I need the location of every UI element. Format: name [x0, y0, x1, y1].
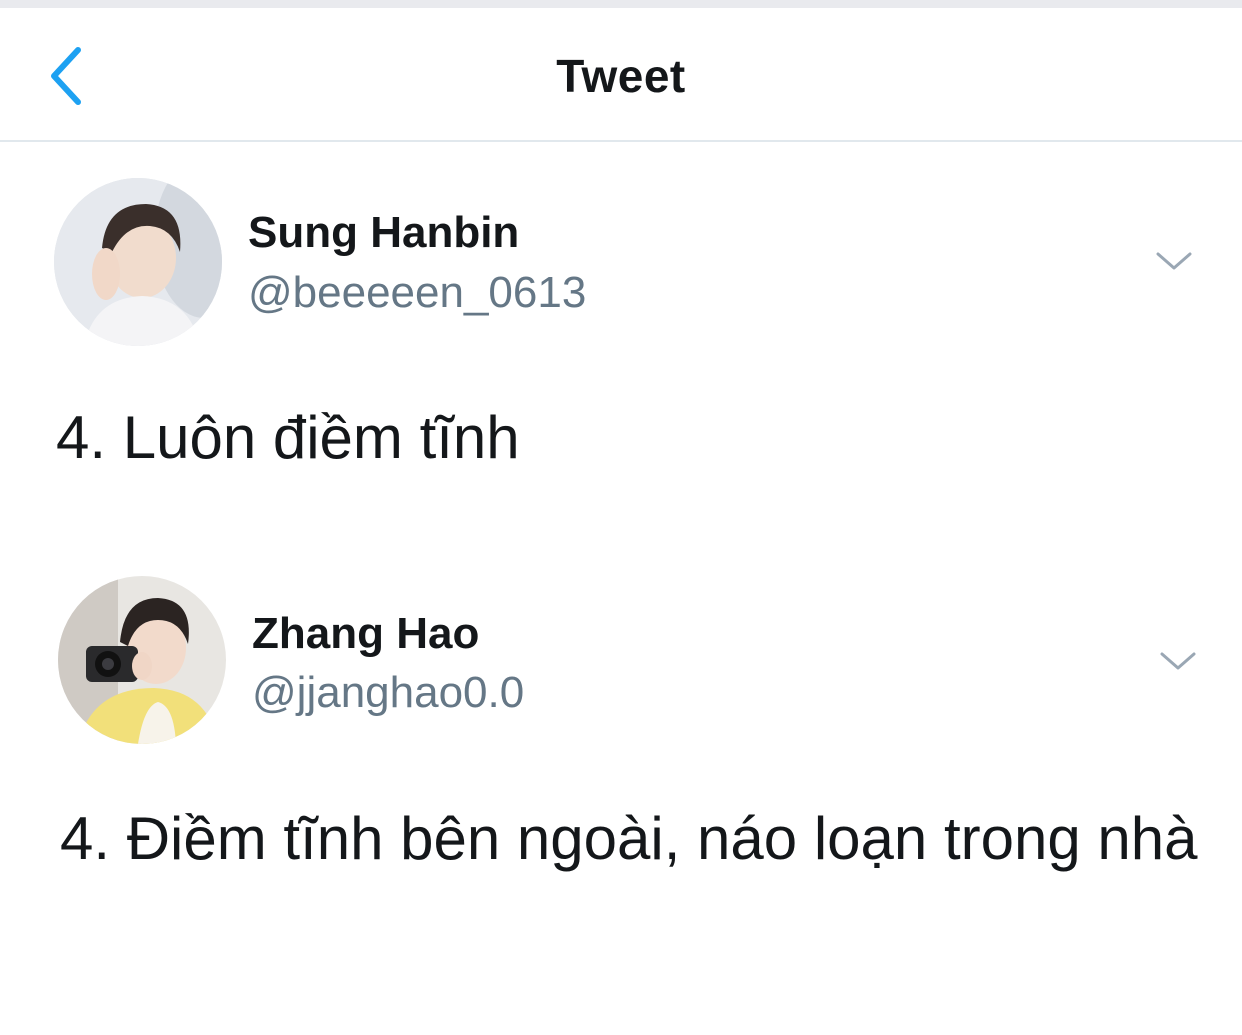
- tweet-menu-button[interactable]: [1156, 646, 1200, 676]
- tweet-text: 4. Luôn điềm tĩnh: [56, 404, 520, 471]
- chevron-down-icon: [1156, 646, 1200, 676]
- user-handle[interactable]: @beeeeen_0613: [248, 266, 586, 320]
- tweet-menu-button[interactable]: [1152, 246, 1196, 276]
- avatar[interactable]: [54, 178, 222, 346]
- user-handle[interactable]: @jjanghao0.0: [252, 666, 524, 720]
- tweet-text: 4. Điềm tĩnh bên ngoài, náo loạn trong n…: [60, 805, 1198, 872]
- avatar[interactable]: [58, 576, 226, 744]
- status-bar-strip: [0, 0, 1242, 8]
- navigation-bar: Tweet: [0, 8, 1242, 142]
- chevron-down-icon: [1152, 246, 1196, 276]
- display-name[interactable]: Zhang Hao: [252, 607, 479, 661]
- page-title: Tweet: [556, 50, 686, 102]
- display-name[interactable]: Sung Hanbin: [248, 206, 519, 260]
